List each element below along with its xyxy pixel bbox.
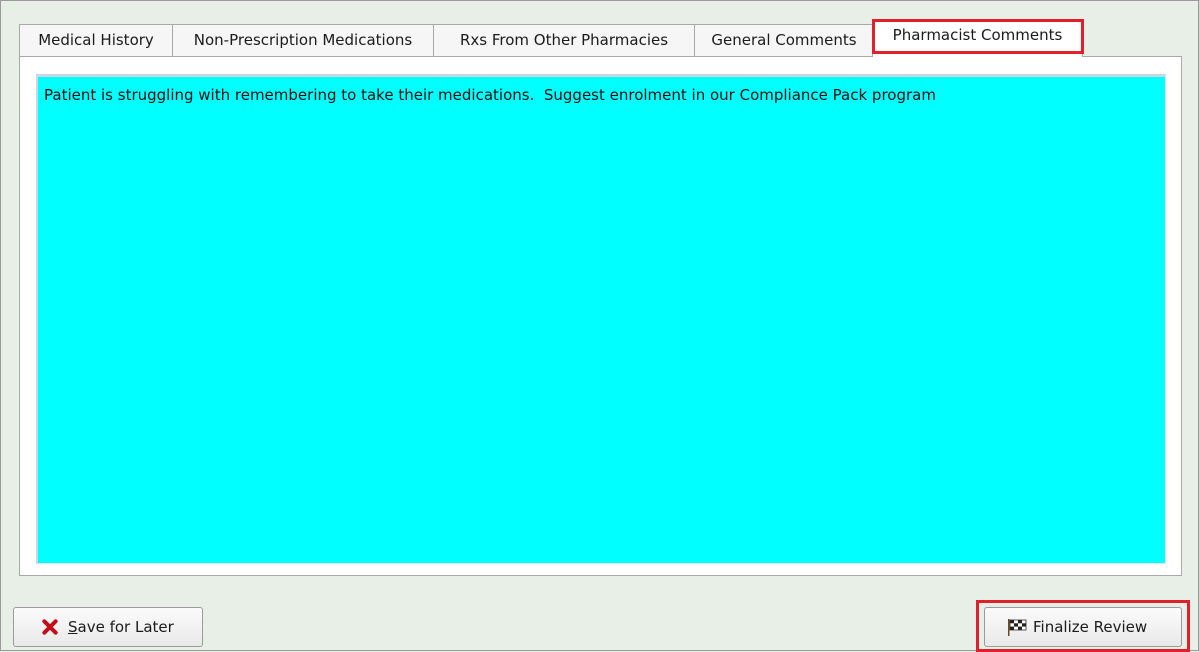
tab-strip: Medical History Non-Prescription Medicat… <box>19 19 1084 57</box>
tab-pharmacist-comments[interactable]: Pharmacist Comments <box>872 19 1083 57</box>
finalize-label: Finalize Review <box>1033 618 1148 636</box>
save-label: Save for Later <box>68 618 174 636</box>
save-label-rest: ave for Later <box>77 618 174 636</box>
tab-label: General Comments <box>711 31 857 49</box>
tab-medical-history[interactable]: Medical History <box>19 24 173 56</box>
tab-non-prescription-medications[interactable]: Non-Prescription Medications <box>172 24 434 56</box>
tab-general-comments[interactable]: General Comments <box>694 24 874 56</box>
pharmacist-comments-panel: Patient is struggling with remembering t… <box>19 56 1182 576</box>
tab-label: Rxs From Other Pharmacies <box>459 31 669 49</box>
save-mnemonic: S <box>68 618 78 636</box>
tab-label: Medical History <box>38 31 154 49</box>
finalize-review-button[interactable]: Finalize Review <box>984 607 1182 647</box>
save-for-later-button[interactable]: Save for Later <box>13 607 203 647</box>
review-window: Medical History Non-Prescription Medicat… <box>0 0 1199 652</box>
pharmacist-comments-textarea[interactable]: Patient is struggling with remembering t… <box>36 74 1166 564</box>
tab-label: Non-Prescription Medications <box>193 31 413 49</box>
checkered-flag-icon <box>1007 618 1029 636</box>
tab-label: Pharmacist Comments <box>892 26 1063 44</box>
tab-rxs-from-other-pharmacies[interactable]: Rxs From Other Pharmacies <box>433 24 695 56</box>
close-x-icon <box>42 619 58 635</box>
